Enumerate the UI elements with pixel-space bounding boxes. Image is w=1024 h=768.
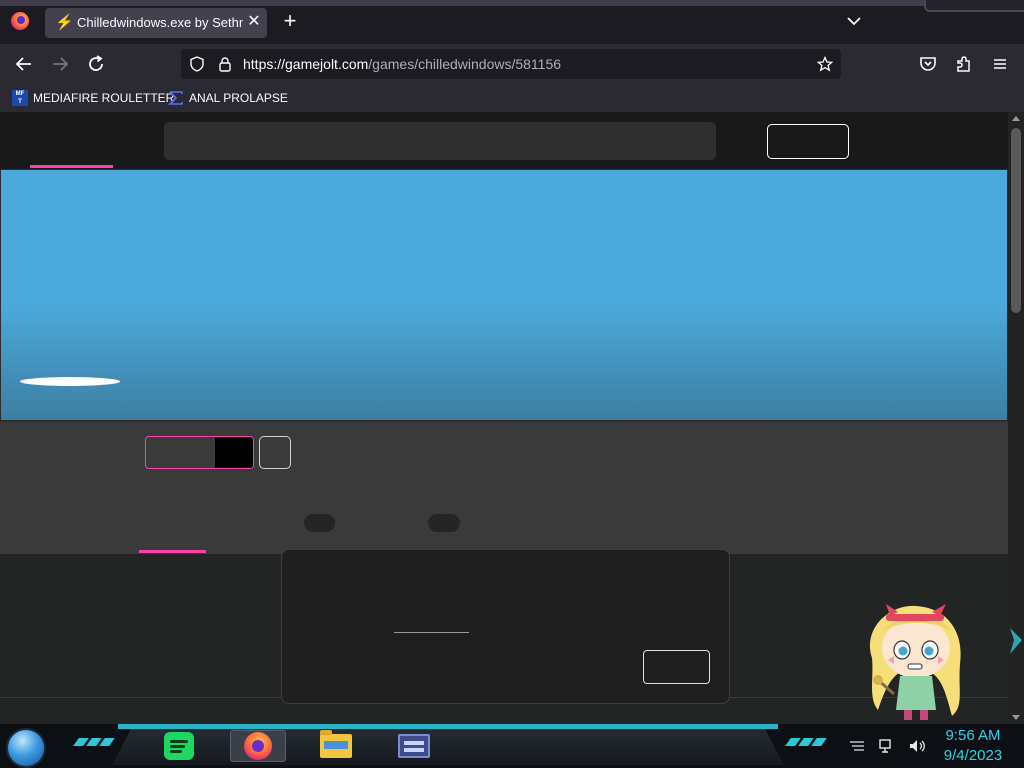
hamburger-menu-icon (994, 59, 1006, 69)
arrow-right-icon (53, 57, 69, 71)
window-controls-area (924, 0, 1024, 12)
nav-active-indicator (30, 165, 113, 168)
dialog-text-placeholder (394, 632, 469, 633)
taskbar: 9:56 AM 9/4/2023 (0, 724, 1024, 768)
desktop-cursor-effect (1010, 628, 1022, 654)
lock-icon[interactable] (217, 56, 233, 72)
url-path: /games/chilledwindows/581156 (368, 56, 562, 72)
scroll-down-icon[interactable] (1012, 715, 1020, 720)
follow-button[interactable] (145, 436, 254, 469)
system-clock[interactable]: 9:56 AM 9/4/2023 (936, 726, 1010, 766)
back-button[interactable] (12, 52, 36, 76)
clock-time: 9:56 AM (945, 727, 1001, 744)
network-icon[interactable] (878, 738, 896, 754)
file-explorer-icon[interactable] (320, 730, 352, 758)
bookmark-second[interactable]: ANAL PROLAPSE (168, 88, 288, 108)
navigation-toolbar: https://gamejolt.com/games/chilledwindow… (0, 44, 1024, 84)
sigma-icon (168, 91, 183, 105)
reload-icon (89, 55, 103, 71)
scroll-up-icon[interactable] (1012, 116, 1020, 121)
bookmark-label: MEDIAFIRE ROULETTER (33, 91, 175, 105)
browser-tab-active[interactable]: ⚡ Chilledwindows.exe by Sethnoo ✕ (45, 8, 267, 38)
game-info-bar (0, 422, 1008, 554)
show-hidden-icons-icon[interactable] (848, 739, 866, 753)
forward-button[interactable] (48, 52, 72, 76)
close-tab-icon[interactable]: ✕ (245, 13, 263, 31)
firefox-icon[interactable] (244, 732, 272, 760)
list-all-tabs-icon[interactable] (845, 12, 863, 30)
site-search-placeholder[interactable] (164, 122, 716, 160)
bookmark-label: ANAL PROLAPSE (189, 91, 288, 105)
bookmark-mediafire[interactable]: MF T MEDIAFIRE ROULETTER (12, 88, 174, 108)
scrollbar-thumb[interactable] (1011, 128, 1021, 313)
banner-placeholder-shape (20, 377, 120, 386)
system-tray (848, 738, 926, 754)
star-butterfly-mascot (869, 604, 961, 720)
screen: ⚡ Chilledwindows.exe by Sethnoo ✕ + http… (0, 0, 1024, 768)
reload-button[interactable] (84, 52, 108, 76)
spotify-icon[interactable] (164, 732, 194, 760)
tab-title: Chilledwindows.exe by Sethnoo (77, 15, 243, 30)
mediafire-icon: MF T (12, 90, 28, 106)
firefox-menu-icon[interactable] (11, 12, 29, 30)
stat-placeholder (304, 514, 335, 532)
url-text[interactable]: https://gamejolt.com/games/chilledwindow… (243, 56, 561, 72)
taskbar-decoration-left (73, 738, 115, 748)
volume-icon[interactable] (908, 738, 926, 754)
tab-active-indicator (139, 550, 206, 553)
arrow-left-icon (15, 57, 31, 71)
tab-strip: ⚡ Chilledwindows.exe by Sethnoo ✕ + (0, 0, 1024, 44)
app-menu-button[interactable] (988, 52, 1012, 76)
dialog-card (281, 549, 730, 704)
start-button[interactable] (8, 730, 44, 766)
game-header-banner (1, 170, 1007, 420)
gamejolt-bolt-icon: ⚡ (55, 14, 74, 31)
follow-count (215, 437, 253, 468)
page-content (0, 112, 1008, 724)
new-tab-button[interactable]: + (280, 10, 300, 32)
stat-placeholder (428, 514, 460, 532)
options-button[interactable] (259, 436, 291, 469)
tracking-protection-shield-icon[interactable] (189, 56, 205, 72)
tab-strip-accent (0, 0, 1024, 6)
url-host: https://gamejolt.com (243, 56, 369, 72)
clock-date: 9/4/2023 (943, 747, 1003, 764)
pocket-icon (920, 57, 936, 71)
puzzle-icon (957, 56, 970, 72)
site-header (0, 112, 1008, 169)
extensions-button[interactable] (952, 52, 976, 76)
dialog-button[interactable] (643, 650, 710, 684)
media-player-icon[interactable] (398, 734, 430, 758)
header-button[interactable] (767, 124, 849, 159)
taskbar-decoration-right (785, 738, 827, 748)
bookmark-star-icon[interactable] (817, 56, 833, 72)
taskbar-accent-bar (118, 724, 778, 729)
taskbar-panel (112, 727, 784, 765)
bookmarks-toolbar: MF T MEDIAFIRE ROULETTER ANAL PROLAPSE (0, 84, 1024, 112)
address-bar[interactable]: https://gamejolt.com/games/chilledwindow… (181, 49, 841, 79)
pocket-button[interactable] (916, 52, 940, 76)
